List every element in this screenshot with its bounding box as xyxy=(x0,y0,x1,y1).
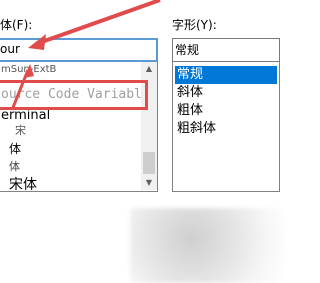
preview-blur xyxy=(130,208,284,283)
style-list-item[interactable]: 粗体 xyxy=(175,102,277,120)
style-list-item-selected[interactable]: 常规 xyxy=(175,66,277,84)
style-list[interactable]: 常规 斜体 粗体 粗斜体 xyxy=(172,62,280,192)
annotation-arrow-head xyxy=(28,34,46,50)
style-list-item[interactable]: 斜体 xyxy=(175,84,277,102)
style-input[interactable]: 常规 xyxy=(172,38,280,62)
style-input-value: 常规 xyxy=(175,43,200,57)
annotation-arrow-line xyxy=(35,0,161,46)
annotation-arrow-head-2 xyxy=(24,64,34,78)
style-list-item[interactable]: 粗斜体 xyxy=(175,120,277,138)
